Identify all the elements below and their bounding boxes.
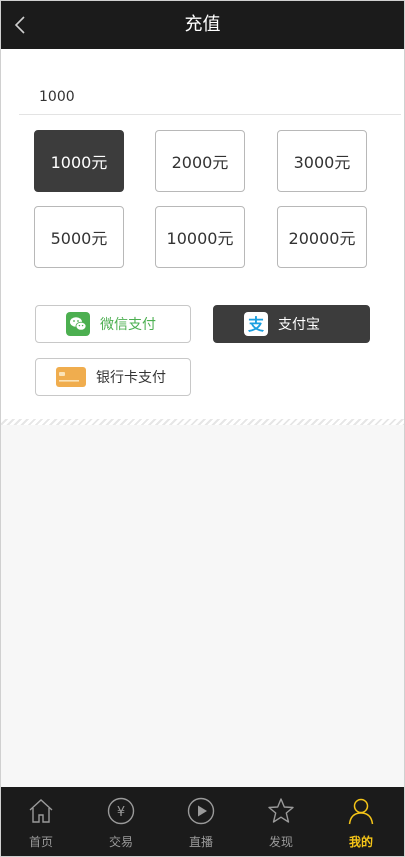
amount-input[interactable]	[19, 79, 401, 115]
amount-option-3000[interactable]: 3000元	[277, 130, 367, 192]
recharge-card: 1000元 2000元 3000元 5000元 10000元 20000元 微信…	[1, 49, 404, 419]
amount-option-label: 1000元	[50, 153, 108, 172]
alipay-button[interactable]: 支 支付宝	[213, 305, 370, 343]
tab-label: 交易	[108, 835, 133, 849]
tab-live[interactable]: 直播	[161, 787, 241, 856]
yen-icon: ¥	[107, 797, 135, 825]
page-title: 充值	[184, 14, 221, 35]
tab-discover[interactable]: 发现	[241, 787, 321, 856]
amount-option-5000[interactable]: 5000元	[34, 206, 124, 268]
alipay-icon: 支	[244, 312, 268, 336]
amount-option-label: 20000元	[288, 229, 356, 248]
app-frame: 充值 1000元 2000元 3000元 5000元 10000元 20000元…	[0, 0, 405, 857]
alipay-label: 支付宝	[278, 317, 320, 333]
tab-home[interactable]: 首页	[1, 787, 81, 856]
wechat-pay-button[interactable]: 微信支付	[35, 305, 191, 343]
wechat-icon	[66, 312, 90, 336]
svg-text:支: 支	[247, 315, 265, 334]
amount-option-1000[interactable]: 1000元	[34, 130, 124, 192]
bank-card-pay-button[interactable]: 银行卡支付	[35, 358, 191, 396]
bank-card-pay-label: 银行卡支付	[96, 370, 166, 386]
amount-option-label: 2000元	[171, 153, 229, 172]
amount-option-2000[interactable]: 2000元	[155, 130, 245, 192]
play-icon	[187, 797, 215, 825]
amount-option-20000[interactable]: 20000元	[277, 206, 367, 268]
tab-label: 我的	[348, 835, 373, 849]
home-icon	[29, 799, 53, 823]
amount-option-label: 10000元	[166, 229, 234, 248]
user-icon	[348, 798, 374, 825]
svg-text:¥: ¥	[117, 805, 125, 820]
tab-label: 直播	[188, 835, 213, 849]
tab-label: 发现	[268, 835, 293, 849]
amount-option-10000[interactable]: 10000元	[155, 206, 245, 268]
tab-mine[interactable]: 我的	[321, 787, 401, 856]
wechat-pay-label: 微信支付	[100, 317, 156, 333]
bank-card-icon	[56, 367, 86, 387]
amount-option-label: 3000元	[293, 153, 351, 172]
star-icon	[268, 798, 294, 823]
top-bar: 充值	[1, 1, 404, 49]
amount-option-label: 5000元	[50, 229, 108, 248]
bottom-tab-bar: 首页 ¥ 交易 直播 发现 我的	[1, 787, 404, 856]
tab-label: 首页	[28, 835, 53, 849]
zigzag-divider	[1, 419, 404, 425]
tab-trade[interactable]: ¥ 交易	[81, 787, 161, 856]
